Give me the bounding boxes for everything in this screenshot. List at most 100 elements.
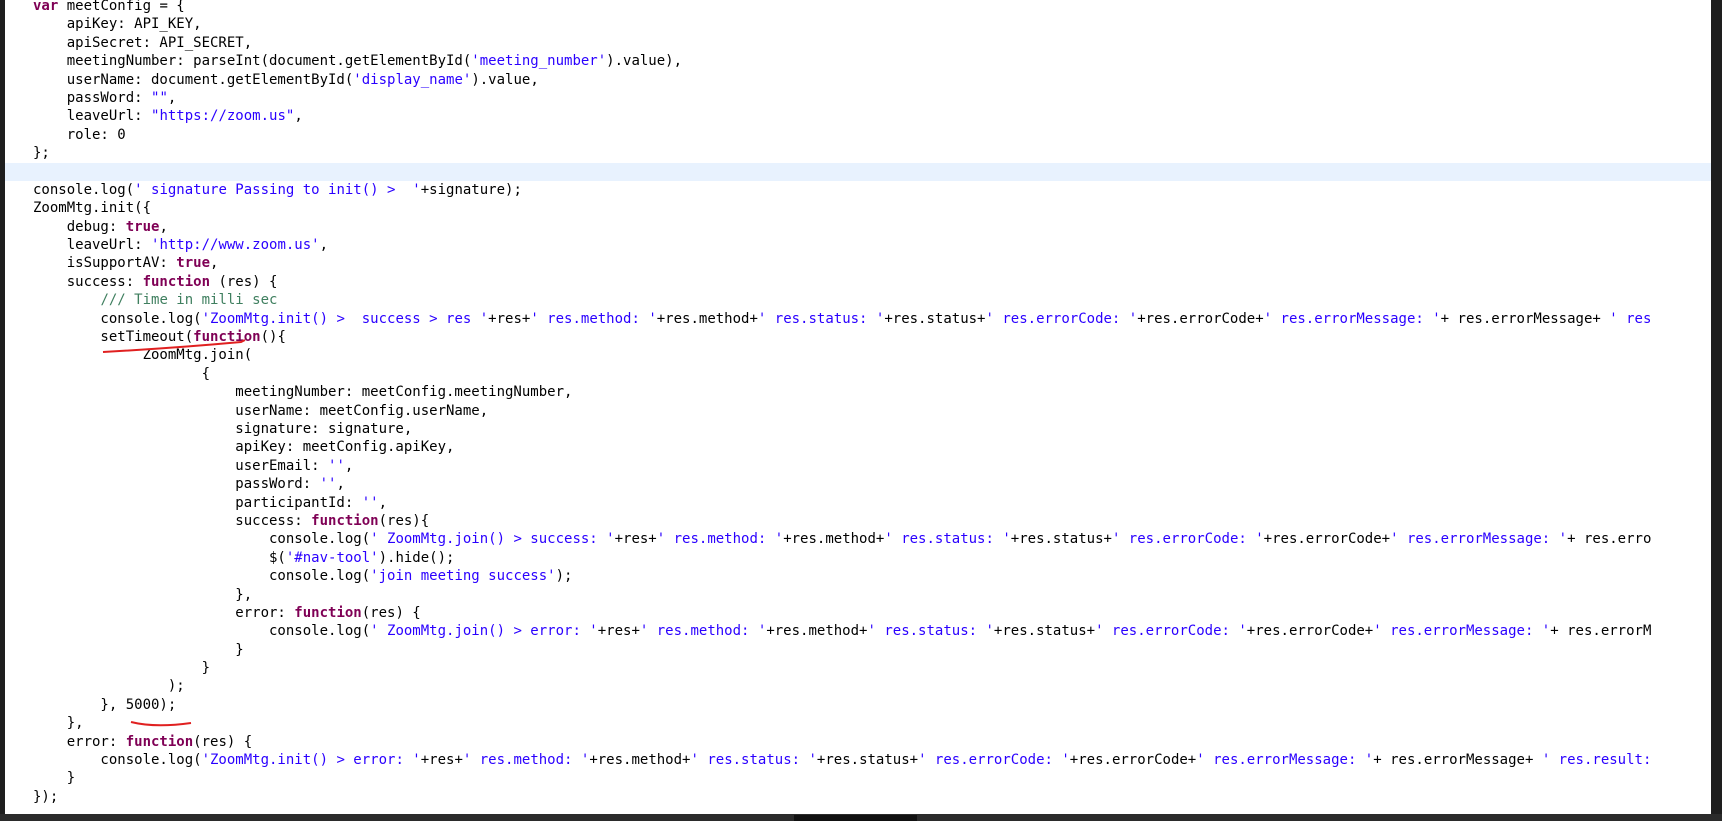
string-token: ' res.status: ' <box>884 531 1011 548</box>
string-token: ' ZoomMtg.join() > success: ' <box>370 531 615 548</box>
current-line[interactable] <box>5 162 1711 181</box>
code-token: apiKey: meetConfig.apiKey, <box>33 439 455 456</box>
code-line[interactable]: isSupportAV: true, <box>5 254 1711 272</box>
string-token: ' res.status: ' <box>867 623 994 640</box>
code-token: ).value), <box>606 53 683 70</box>
code-line[interactable]: userEmail: '', <box>5 457 1711 475</box>
code-token: ); <box>555 568 573 585</box>
keyword-token: function <box>142 273 211 290</box>
screenshot: var meetConfig = { apiKey: API_KEY, apiS… <box>0 0 1722 821</box>
comment-token: /// Time in milli sec <box>100 292 278 309</box>
code-token: +res.errorCode+ <box>1246 623 1374 640</box>
code-line[interactable]: success: function(res){ <box>5 512 1711 530</box>
code-line[interactable]: meetingNumber: meetConfig.meetingNumber, <box>5 383 1711 401</box>
string-token: '' <box>319 476 337 493</box>
code-line[interactable]: signature: signature, <box>5 420 1711 438</box>
code-token: signature: signature, <box>33 420 413 437</box>
code-line[interactable]: leaveUrl: 'http://www.zoom.us', <box>5 236 1711 254</box>
string-token: ' res.errorMessage: ' <box>1390 531 1568 548</box>
string-token: 'ZoomMtg.init() > error: ' <box>201 752 421 769</box>
code-line[interactable]: setTimeout(function(){ <box>5 328 1711 346</box>
code-line[interactable]: }, <box>5 714 1711 732</box>
code-line[interactable]: leaveUrl: "https://zoom.us", <box>5 107 1711 125</box>
code-line[interactable]: var meetConfig = { <box>5 0 1711 15</box>
code-token: (){ <box>260 329 286 346</box>
keyword-token: function <box>311 512 379 529</box>
bottom-scrollbar[interactable] <box>0 814 1722 821</box>
code-line[interactable]: error: function(res) { <box>5 604 1711 622</box>
code-token: console.log( <box>33 568 371 585</box>
code-line[interactable]: success: function (res) { <box>5 273 1711 291</box>
code-token: meetingNumber: parseInt(document.getElem… <box>33 53 472 70</box>
string-token: ' res.result: <box>1541 752 1652 769</box>
code-lines: var meetConfig = { apiKey: API_KEY, apiS… <box>5 0 1711 806</box>
code-line[interactable]: meetingNumber: parseInt(document.getElem… <box>5 52 1711 70</box>
code-line[interactable]: passWord: "", <box>5 89 1711 107</box>
code-token: participantId: <box>33 494 362 511</box>
code-line[interactable]: console.log('ZoomMtg.init() > error: '+r… <box>5 751 1711 769</box>
code-line[interactable]: apiSecret: API_SECRET, <box>5 34 1711 52</box>
string-token: '' <box>328 457 345 474</box>
code-token: leaveUrl: <box>33 108 152 125</box>
code-token: +res.method+ <box>783 531 885 548</box>
string-token: ' res.errorCode: ' <box>1095 623 1247 640</box>
code-line[interactable]: $('#nav-tool').hide(); <box>5 549 1711 567</box>
code-line[interactable]: } <box>5 641 1711 659</box>
code-token: +res+ <box>488 310 531 327</box>
code-line[interactable]: role: 0 <box>5 126 1711 144</box>
string-token: ' res.method: ' <box>462 752 590 769</box>
code-token: apiSecret: API_SECRET, <box>33 34 253 51</box>
string-token: ' res.errorMessage: ' <box>1373 623 1551 640</box>
code-token: debug: <box>33 218 126 235</box>
code-editor[interactable]: var meetConfig = { apiKey: API_KEY, apiS… <box>5 0 1711 814</box>
code-token: } <box>33 770 76 787</box>
string-token: "https://zoom.us" <box>151 108 295 125</box>
code-token: }; <box>33 145 50 162</box>
keyword-token: function <box>125 733 194 750</box>
code-line[interactable]: console.log('ZoomMtg.init() > success > … <box>5 310 1711 328</box>
code-token: success: <box>33 273 143 290</box>
code-line[interactable]: console.log(' signature Passing to init(… <box>5 181 1711 199</box>
code-line[interactable]: }); <box>5 788 1711 806</box>
code-token: + res.errorM <box>1550 623 1652 640</box>
code-line[interactable]: } <box>5 769 1711 787</box>
code-token: userName: document.getElementById( <box>33 71 354 88</box>
code-token: }, 5000); <box>33 696 177 713</box>
keyword-token: function <box>193 329 261 346</box>
code-line[interactable]: { <box>5 365 1711 383</box>
code-token: passWord: <box>33 89 152 106</box>
code-line[interactable]: passWord: '', <box>5 475 1711 493</box>
code-line[interactable]: }, <box>5 586 1711 604</box>
code-line[interactable]: } <box>5 659 1711 677</box>
code-line[interactable]: participantId: '', <box>5 494 1711 512</box>
code-token: $( <box>33 549 286 566</box>
code-line[interactable]: apiKey: API_KEY, <box>5 15 1711 33</box>
code-line[interactable]: userName: document.getElementById('displ… <box>5 71 1711 89</box>
code-token: userEmail: <box>33 457 329 474</box>
code-token: apiKey: API_KEY, <box>33 16 202 33</box>
code-line[interactable]: userName: meetConfig.userName, <box>5 402 1711 420</box>
code-token: , <box>210 255 219 272</box>
code-line[interactable]: ZoomMtg.join( <box>5 346 1711 364</box>
code-line[interactable]: ); <box>5 677 1711 695</box>
code-line[interactable]: ZoomMtg.init({ <box>5 199 1711 217</box>
code-line[interactable]: console.log('join meeting success'); <box>5 567 1711 585</box>
code-token: ZoomMtg.init({ <box>33 200 152 217</box>
string-token: ' res.errorCode: ' <box>1111 531 1264 548</box>
code-line[interactable]: console.log(' ZoomMtg.join() > success: … <box>5 530 1711 548</box>
code-token: { <box>33 365 211 382</box>
string-token: 'join meeting success' <box>370 568 556 585</box>
code-line[interactable]: error: function(res) { <box>5 733 1711 751</box>
code-line[interactable]: }, 5000); <box>5 696 1711 714</box>
code-token: (res) { <box>193 733 253 750</box>
code-line[interactable]: console.log(' ZoomMtg.join() > error: '+… <box>5 622 1711 640</box>
scrollbar-thumb[interactable] <box>794 815 917 821</box>
code-line[interactable]: }; <box>5 144 1711 162</box>
code-line[interactable]: apiKey: meetConfig.apiKey, <box>5 438 1711 456</box>
code-line[interactable]: debug: true, <box>5 218 1711 236</box>
keyword-token: var <box>33 0 59 14</box>
code-token: (res) { <box>210 273 278 290</box>
code-line[interactable]: /// Time in milli sec <box>5 291 1711 309</box>
code-token: console.log( <box>33 623 371 640</box>
string-token: '' <box>361 494 379 511</box>
